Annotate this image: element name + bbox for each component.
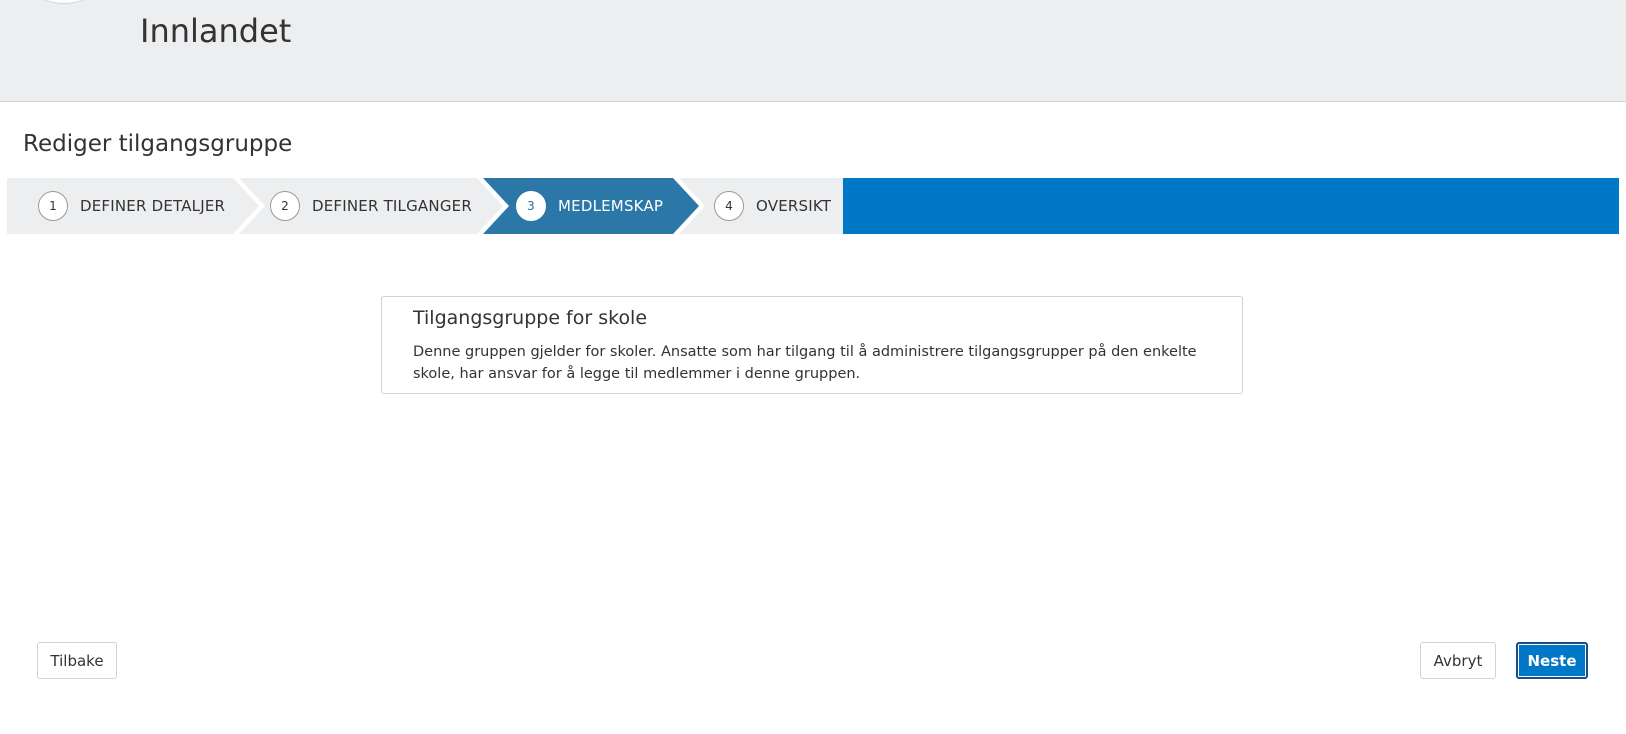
- organization-name: Innlandet: [140, 12, 292, 50]
- step-label: DEFINER TILGANGER: [312, 197, 472, 215]
- logo-icon: [30, 0, 98, 4]
- page-title: Rediger tilgangsgruppe: [23, 131, 293, 157]
- step-number: 3: [516, 191, 546, 221]
- step-label: MEDLEMSKAP: [558, 197, 664, 215]
- info-card-text: Denne gruppen gjelder for skoler. Ansatt…: [413, 344, 1197, 382]
- info-card-title: Tilgangsgruppe for skole: [413, 307, 648, 329]
- app-header: Innlandet: [0, 0, 1626, 102]
- step-number: 1: [38, 191, 68, 221]
- step-definer-tilganger[interactable]: 2 DEFINER TILGANGER: [270, 178, 472, 234]
- cancel-button[interactable]: Avbryt: [1420, 642, 1496, 679]
- stepper-fill-bar: [841, 178, 1619, 234]
- step-oversikt[interactable]: 4 OVERSIKT: [714, 178, 831, 234]
- step-medlemskap[interactable]: 3 MEDLEMSKAP: [516, 178, 663, 234]
- step-number: 2: [270, 191, 300, 221]
- next-button[interactable]: Neste: [1516, 642, 1588, 679]
- step-number: 4: [714, 191, 744, 221]
- step-definer-detaljer[interactable]: 1 DEFINER DETALJER: [38, 178, 225, 234]
- wizard-stepper: 1 DEFINER DETALJER 2 DEFINER TILGANGER 3…: [7, 178, 1619, 234]
- back-button[interactable]: Tilbake: [37, 642, 117, 679]
- step-label: OVERSIKT: [756, 197, 832, 215]
- info-card: Tilgangsgruppe for skole Denne gruppen g…: [381, 296, 1243, 394]
- step-label: DEFINER DETALJER: [80, 197, 226, 215]
